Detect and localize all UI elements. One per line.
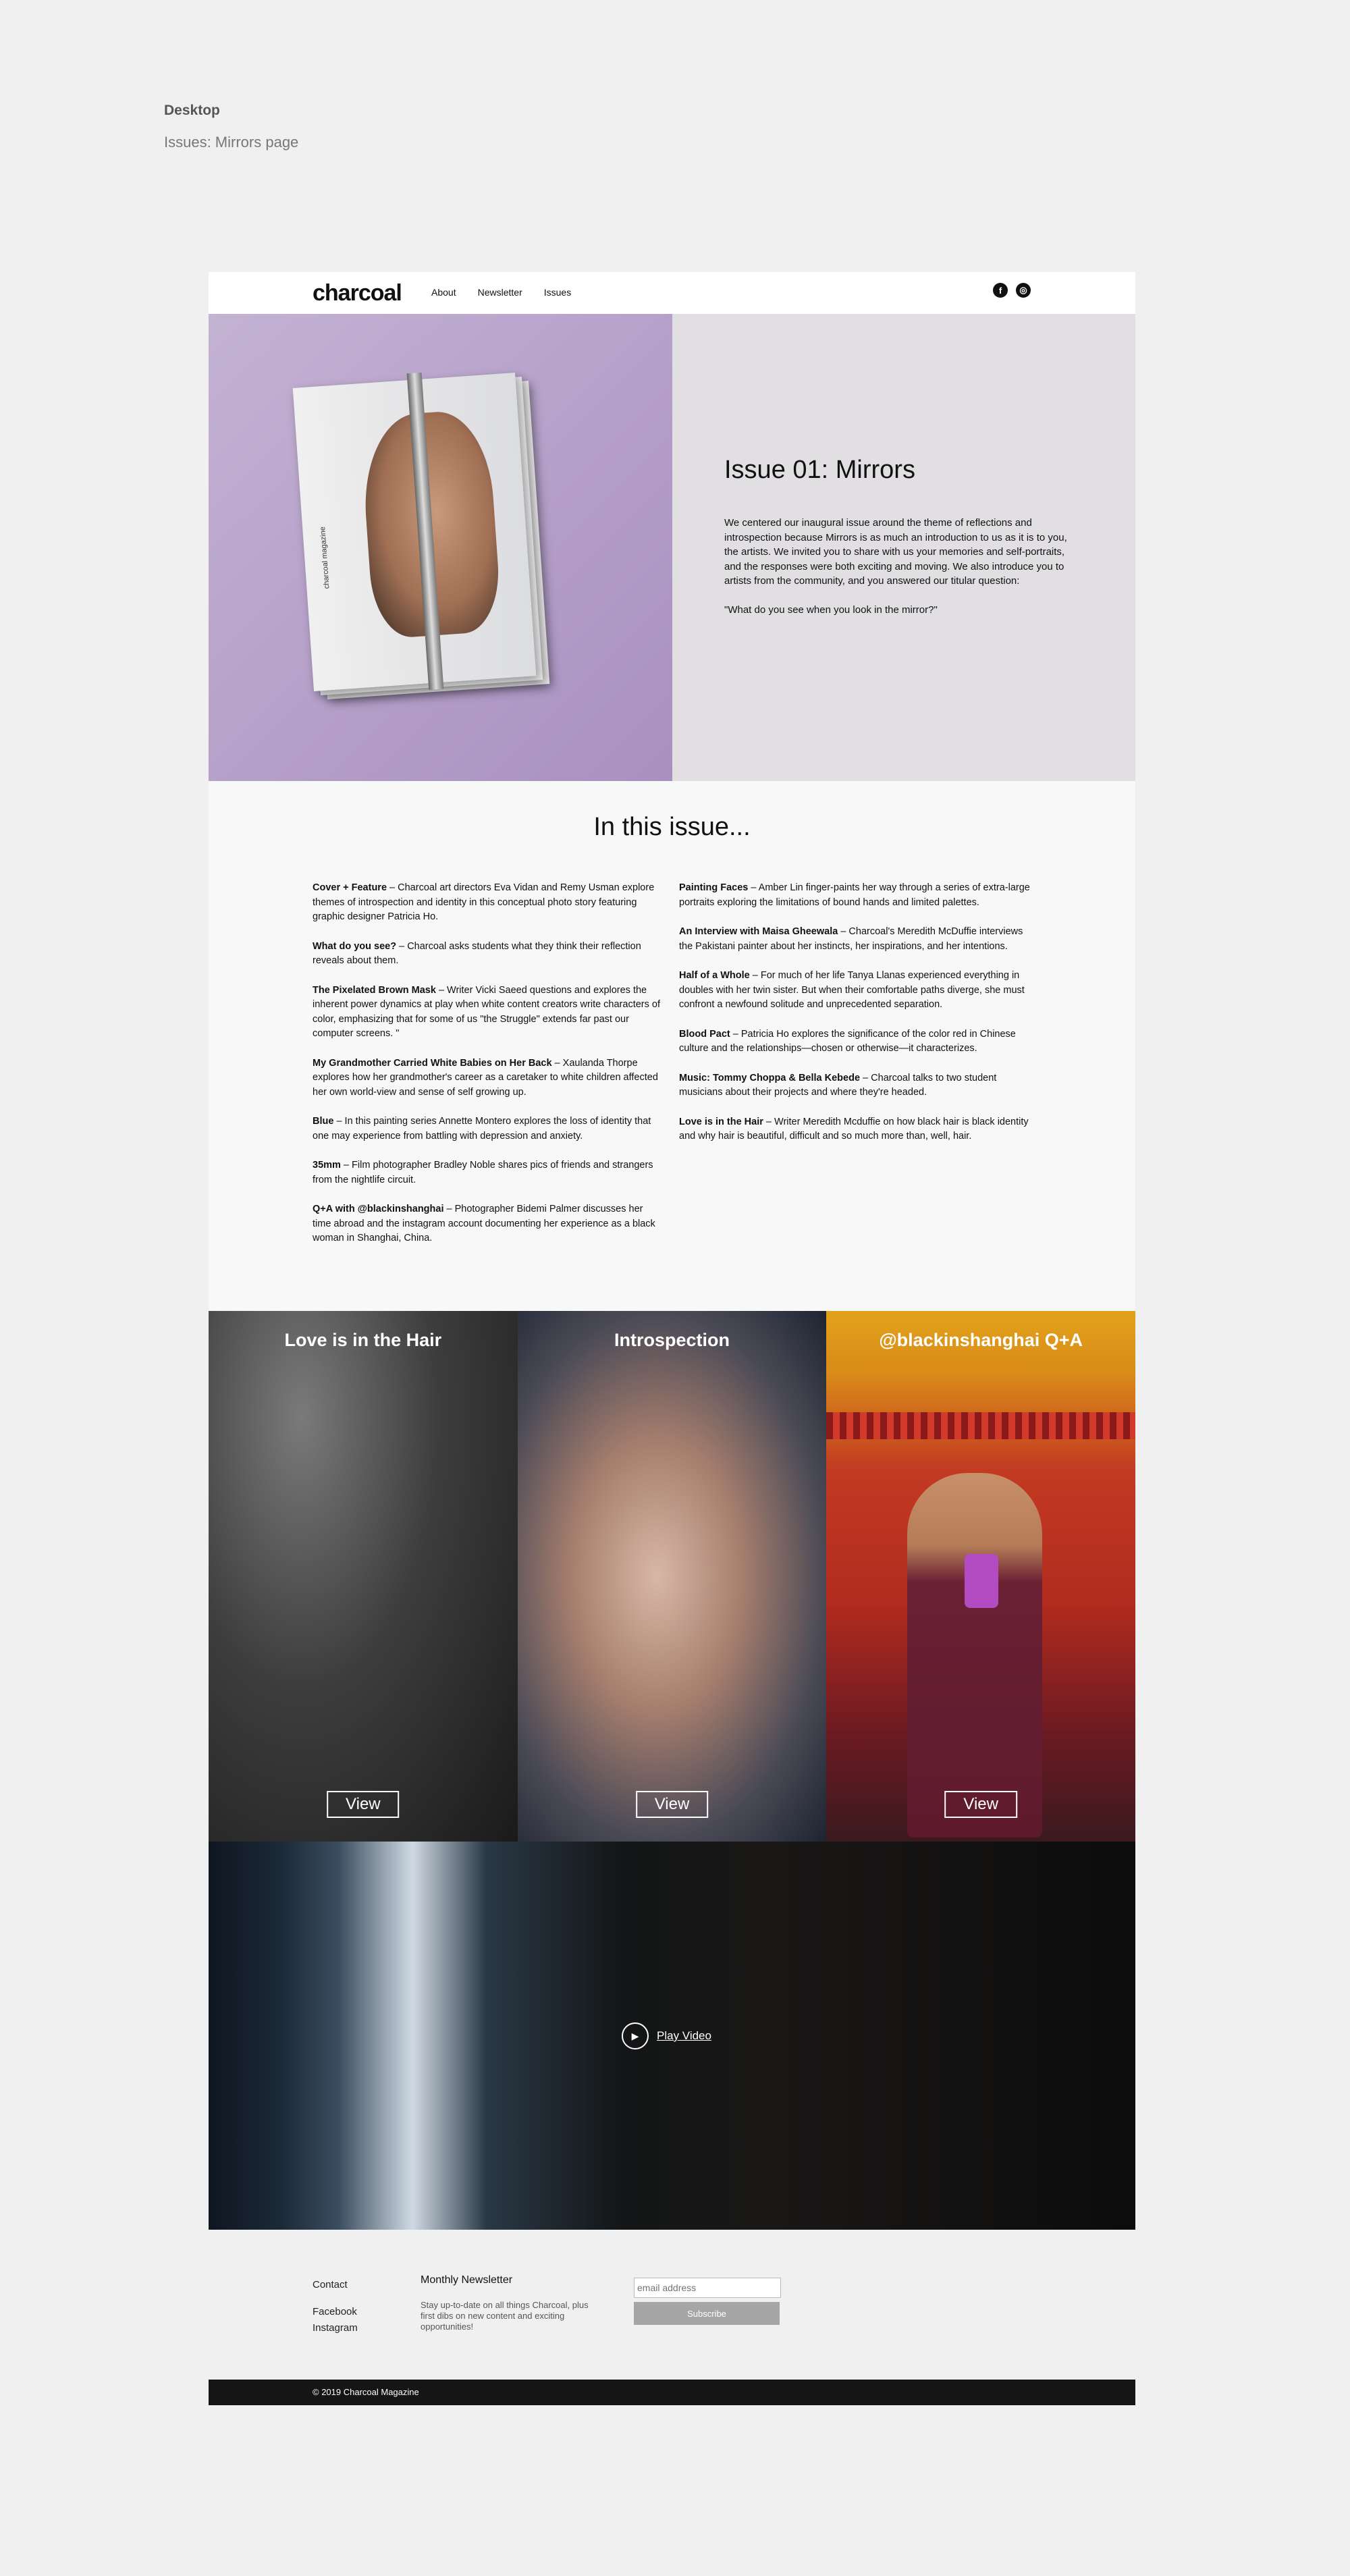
email-field[interactable]: [634, 2278, 781, 2298]
issue-entry: Blue – In this painting series Annette M…: [313, 1115, 664, 1144]
phone-in-photo: [965, 1554, 999, 1608]
device-caption: Desktop: [164, 103, 220, 118]
issue-entry: 35mm – Film photographer Bradley Noble s…: [313, 1158, 664, 1187]
view-button[interactable]: View: [327, 1791, 400, 1818]
in-this-issue-section: In this issue... Cover + Feature – Charc…: [209, 781, 1135, 1311]
contact-link[interactable]: Contact: [313, 2277, 358, 2293]
entry-title[interactable]: Music: Tommy Choppa & Bella Kebede: [679, 1073, 860, 1083]
entry-title[interactable]: Love is in the Hair: [679, 1117, 763, 1127]
view-button[interactable]: View: [635, 1791, 709, 1818]
facebook-link[interactable]: Facebook: [313, 2304, 358, 2320]
hero-text-panel: Issue 01: Mirrors We centered our inaugu…: [672, 314, 1135, 781]
issue-entry: Music: Tommy Choppa & Bella Kebede – Cha…: [679, 1071, 1030, 1100]
entry-title[interactable]: Painting Faces: [679, 882, 748, 893]
tile-love-is-in-the-hair[interactable]: Love is in the Hair View: [209, 1311, 518, 1842]
feature-tiles: Love is in the Hair View Introspection V…: [209, 1311, 1136, 1842]
instagram-icon[interactable]: ◎: [1016, 283, 1031, 298]
tile-blackinshanghai[interactable]: @blackinshanghai Q+A View: [826, 1311, 1136, 1842]
entry-title[interactable]: The Pixelated Brown Mask: [313, 985, 436, 996]
top-nav: charcoal About Newsletter Issues f ◎: [209, 272, 1135, 314]
entry-title[interactable]: 35mm: [313, 1160, 341, 1171]
hero-description-text: We centered our inaugural issue around t…: [724, 517, 1067, 587]
entry-title[interactable]: Blue: [313, 1116, 333, 1127]
page-title: Issue 01: Mirrors: [724, 456, 915, 484]
page-mockup: charcoal About Newsletter Issues f ◎ cha…: [209, 272, 1136, 2405]
entry-title[interactable]: My Grandmother Carried White Babies on H…: [313, 1058, 552, 1069]
footer: Contact Facebook Instagram Monthly Newsl…: [209, 2230, 1135, 2380]
nav-link-issues[interactable]: Issues: [544, 287, 571, 298]
entry-title[interactable]: An Interview with Maisa Gheewala: [679, 926, 838, 937]
nav-link-about[interactable]: About: [431, 287, 456, 298]
entry-text: – In this painting series Annette Monter…: [313, 1116, 651, 1142]
photo-subject: [907, 1473, 1043, 1837]
tile-introspection[interactable]: Introspection View: [517, 1311, 827, 1842]
newsletter-heading: Monthly Newsletter: [421, 2274, 513, 2286]
instagram-link[interactable]: Instagram: [313, 2320, 358, 2336]
footer-links: Contact Facebook Instagram: [313, 2277, 358, 2347]
tile-title: @blackinshanghai Q+A: [879, 1330, 1083, 1350]
entry-text: – Patricia Ho explores the significance …: [679, 1028, 1016, 1054]
issue-list-right: Painting Faces – Amber Lin finger-paints…: [679, 881, 1030, 1159]
issue-entry: Half of a Whole – For much of her life T…: [679, 969, 1030, 1013]
play-video-label[interactable]: Play Video: [657, 2029, 711, 2043]
issue-entry: What do you see? – Charcoal asks student…: [313, 940, 664, 969]
entry-title[interactable]: What do you see?: [313, 941, 396, 952]
section-heading: In this issue...: [593, 813, 751, 841]
hero-description: We centered our inaugural issue around t…: [724, 516, 1082, 631]
play-video-button[interactable]: ▶ Play Video: [622, 2022, 711, 2049]
view-button[interactable]: View: [944, 1791, 1017, 1818]
copyright-bar: © 2019 Charcoal Magazine: [209, 2380, 1135, 2405]
newsletter-block: Monthly Newsletter Stay up-to-date on al…: [421, 2274, 599, 2332]
entry-text: – Film photographer Bradley Noble shares…: [313, 1160, 653, 1185]
magazine-cover: charcoal magazine: [292, 372, 537, 691]
tile-title: Introspection: [614, 1330, 730, 1350]
issue-entry: An Interview with Maisa Gheewala – Charc…: [679, 925, 1030, 954]
nav-link-newsletter[interactable]: Newsletter: [478, 287, 522, 298]
issue-list-left: Cover + Feature – Charcoal art directors…: [313, 881, 664, 1261]
entry-title[interactable]: Q+A with @blackinshanghai: [313, 1204, 443, 1214]
issue-entry: My Grandmother Carried White Babies on H…: [313, 1056, 664, 1100]
entry-title[interactable]: Cover + Feature: [313, 882, 387, 893]
tile-title: Love is in the Hair: [284, 1330, 442, 1350]
facebook-icon[interactable]: f: [993, 283, 1008, 298]
newsletter-form: Subscribe: [634, 2278, 781, 2325]
hero: charcoal magazine Issue 01: Mirrors We c…: [209, 314, 1135, 781]
issue-entry: Cover + Feature – Charcoal art directors…: [313, 881, 664, 925]
entry-title[interactable]: Half of a Whole: [679, 970, 750, 981]
logo[interactable]: charcoal: [313, 280, 402, 306]
hero-cover-image: charcoal magazine: [209, 314, 672, 781]
issue-entry: Blood Pact – Patricia Ho explores the si…: [679, 1027, 1030, 1056]
subscribe-button[interactable]: Subscribe: [634, 2302, 780, 2325]
nav-links: About Newsletter Issues: [431, 287, 571, 298]
cover-magazine-name: charcoal magazine: [319, 526, 331, 589]
newsletter-text: Stay up-to-date on all things Charcoal, …: [421, 2300, 589, 2332]
video-section: ▶ Play Video: [209, 1842, 1135, 2230]
hero-question: "What do you see when you look in the mi…: [724, 603, 938, 616]
page-caption: Issues: Mirrors page: [164, 134, 299, 151]
play-icon[interactable]: ▶: [622, 2022, 649, 2049]
entry-title[interactable]: Blood Pact: [679, 1029, 730, 1040]
issue-entry: The Pixelated Brown Mask – Writer Vicki …: [313, 984, 664, 1042]
issue-entry: Love is in the Hair – Writer Meredith Mc…: [679, 1115, 1030, 1144]
issue-entry: Q+A with @blackinshanghai – Photographer…: [313, 1202, 664, 1246]
issue-entry: Painting Faces – Amber Lin finger-paints…: [679, 881, 1030, 910]
background-pattern: [826, 1412, 1136, 1439]
social-links: f ◎: [993, 283, 1031, 298]
